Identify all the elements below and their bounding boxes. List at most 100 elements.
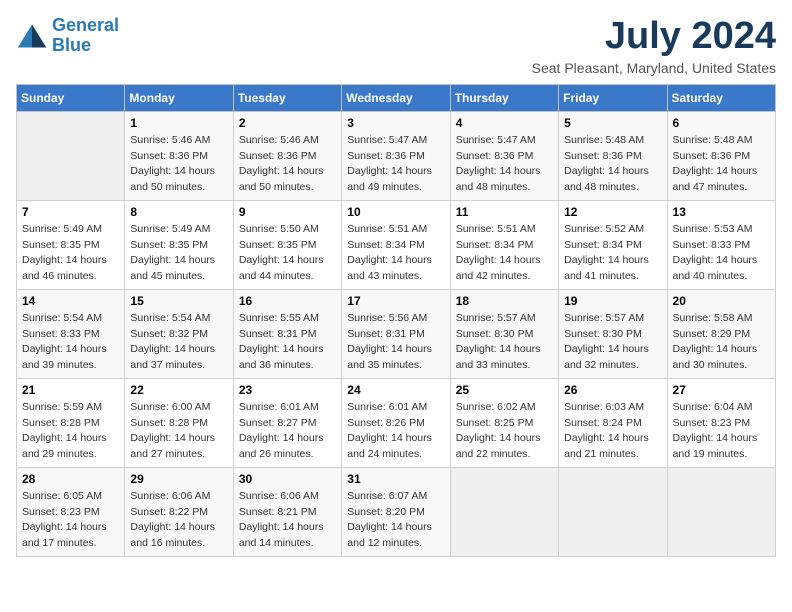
logo: General Blue xyxy=(16,16,119,56)
day-info: Sunrise: 5:56 AM Sunset: 8:31 PM Dayligh… xyxy=(347,311,444,374)
table-row: 26Sunrise: 6:03 AM Sunset: 8:24 PM Dayli… xyxy=(559,378,667,467)
table-row: 16 Sunrise: 5:55 AM Sunset: 8:31 PM Dayli… xyxy=(233,289,341,378)
day-info: Sunrise: 5:55 AM Sunset: 8:31 PM Dayligh… xyxy=(239,311,336,374)
title-area: July 2024 Seat Pleasant, Maryland, Unite… xyxy=(532,16,776,76)
day-info: Sunrise: 5:47 AM Sunset: 8:36 PM Dayligh… xyxy=(456,133,553,196)
logo-icon xyxy=(16,22,48,50)
header-thursday: Thursday xyxy=(450,84,558,111)
table-row: 4Sunrise: 5:47 AM Sunset: 8:36 PM Daylig… xyxy=(450,111,558,200)
day-info: Sunrise: 5:48 AM Sunset: 8:36 PM Dayligh… xyxy=(673,133,770,196)
header-friday: Friday xyxy=(559,84,667,111)
day-info: Sunrise: 5:52 AM Sunset: 8:34 PM Dayligh… xyxy=(564,222,661,285)
day-info: Sunrise: 6:06 AM Sunset: 8:21 PM Dayligh… xyxy=(239,489,336,552)
day-number: 2 xyxy=(239,116,336,130)
day-number: 30 xyxy=(239,472,336,486)
day-number: 22 xyxy=(130,383,227,397)
day-number: 18 xyxy=(456,294,553,308)
table-row: 9 Sunrise: 5:50 AM Sunset: 8:35 PM Daylig… xyxy=(233,200,341,289)
day-number: 15 xyxy=(130,294,227,308)
day-number: 13 xyxy=(673,205,770,219)
header-saturday: Saturday xyxy=(667,84,775,111)
table-row: 15 Sunrise: 5:54 AM Sunset: 8:32 PM Dayli… xyxy=(125,289,233,378)
day-info: Sunrise: 5:48 AM Sunset: 8:36 PM Dayligh… xyxy=(564,133,661,196)
day-number: 9 xyxy=(239,205,336,219)
page-header: General Blue July 2024 Seat Pleasant, Ma… xyxy=(16,16,776,76)
header-sunday: Sunday xyxy=(17,84,125,111)
day-info: Sunrise: 5:58 AM Sunset: 8:29 PM Dayligh… xyxy=(673,311,770,374)
day-number: 11 xyxy=(456,205,553,219)
table-row: 22 Sunrise: 6:00 AM Sunset: 8:28 PM Dayli… xyxy=(125,378,233,467)
table-row: 11Sunrise: 5:51 AM Sunset: 8:34 PM Dayli… xyxy=(450,200,558,289)
day-number: 19 xyxy=(564,294,661,308)
table-row: 27 Sunrise: 6:04 AM Sunset: 8:23 PM Dayli… xyxy=(667,378,775,467)
day-info: Sunrise: 6:00 AM Sunset: 8:28 PM Dayligh… xyxy=(130,400,227,463)
table-row: 1 Sunrise: 5:46 AM Sunset: 8:36 PM Daylig… xyxy=(125,111,233,200)
table-row xyxy=(559,467,667,556)
table-row xyxy=(17,111,125,200)
table-row: 23 Sunrise: 6:01 AM Sunset: 8:27 PM Dayli… xyxy=(233,378,341,467)
day-info: Sunrise: 5:57 AM Sunset: 8:30 PM Dayligh… xyxy=(564,311,661,374)
table-row: 18 Sunrise: 5:57 AM Sunset: 8:30 PM Dayli… xyxy=(450,289,558,378)
table-row: 14 Sunrise: 5:54 AM Sunset: 8:33 PM Dayli… xyxy=(17,289,125,378)
header-row: Sunday Monday Tuesday Wednesday Thursday… xyxy=(17,84,776,111)
day-number: 27 xyxy=(673,383,770,397)
day-number: 10 xyxy=(347,205,444,219)
day-info: Sunrise: 6:01 AM Sunset: 8:27 PM Dayligh… xyxy=(239,400,336,463)
month-year-title: July 2024 xyxy=(532,16,776,58)
day-number: 16 xyxy=(239,294,336,308)
logo-line1: General xyxy=(52,15,119,35)
day-info: Sunrise: 5:53 AM Sunset: 8:33 PM Dayligh… xyxy=(673,222,770,285)
calendar-week-5: 28Sunrise: 6:05 AM Sunset: 8:23 PM Dayli… xyxy=(17,467,776,556)
day-info: Sunrise: 6:07 AM Sunset: 8:20 PM Dayligh… xyxy=(347,489,444,552)
table-row: 10Sunrise: 5:51 AM Sunset: 8:34 PM Dayli… xyxy=(342,200,450,289)
header-wednesday: Wednesday xyxy=(342,84,450,111)
logo-text: General Blue xyxy=(52,16,119,56)
table-row: 7Sunrise: 5:49 AM Sunset: 8:35 PM Daylig… xyxy=(17,200,125,289)
header-tuesday: Tuesday xyxy=(233,84,341,111)
table-row: 31 Sunrise: 6:07 AM Sunset: 8:20 PM Dayli… xyxy=(342,467,450,556)
day-number: 1 xyxy=(130,116,227,130)
calendar-week-3: 14 Sunrise: 5:54 AM Sunset: 8:33 PM Dayli… xyxy=(17,289,776,378)
day-number: 25 xyxy=(456,383,553,397)
day-info: Sunrise: 6:04 AM Sunset: 8:23 PM Dayligh… xyxy=(673,400,770,463)
table-row: 25 Sunrise: 6:02 AM Sunset: 8:25 PM Dayli… xyxy=(450,378,558,467)
day-info: Sunrise: 5:54 AM Sunset: 8:32 PM Dayligh… xyxy=(130,311,227,374)
calendar-table: Sunday Monday Tuesday Wednesday Thursday… xyxy=(16,84,776,557)
table-row: 28Sunrise: 6:05 AM Sunset: 8:23 PM Dayli… xyxy=(17,467,125,556)
day-number: 24 xyxy=(347,383,444,397)
calendar-week-2: 7Sunrise: 5:49 AM Sunset: 8:35 PM Daylig… xyxy=(17,200,776,289)
day-info: Sunrise: 5:54 AM Sunset: 8:33 PM Dayligh… xyxy=(22,311,119,374)
day-number: 20 xyxy=(673,294,770,308)
day-info: Sunrise: 5:46 AM Sunset: 8:36 PM Dayligh… xyxy=(239,133,336,196)
table-row: 8Sunrise: 5:49 AM Sunset: 8:35 PM Daylig… xyxy=(125,200,233,289)
day-number: 14 xyxy=(22,294,119,308)
logo-line2: Blue xyxy=(52,35,91,55)
day-number: 29 xyxy=(130,472,227,486)
day-info: Sunrise: 6:06 AM Sunset: 8:22 PM Dayligh… xyxy=(130,489,227,552)
table-row: 5Sunrise: 5:48 AM Sunset: 8:36 PM Daylig… xyxy=(559,111,667,200)
day-number: 31 xyxy=(347,472,444,486)
day-info: Sunrise: 6:01 AM Sunset: 8:26 PM Dayligh… xyxy=(347,400,444,463)
day-number: 23 xyxy=(239,383,336,397)
day-info: Sunrise: 6:03 AM Sunset: 8:24 PM Dayligh… xyxy=(564,400,661,463)
day-info: Sunrise: 5:46 AM Sunset: 8:36 PM Dayligh… xyxy=(130,133,227,196)
table-row: 12Sunrise: 5:52 AM Sunset: 8:34 PM Dayli… xyxy=(559,200,667,289)
day-info: Sunrise: 5:50 AM Sunset: 8:35 PM Dayligh… xyxy=(239,222,336,285)
day-info: Sunrise: 5:47 AM Sunset: 8:36 PM Dayligh… xyxy=(347,133,444,196)
table-row: 19 Sunrise: 5:57 AM Sunset: 8:30 PM Dayli… xyxy=(559,289,667,378)
day-number: 28 xyxy=(22,472,119,486)
table-row: 6 Sunrise: 5:48 AM Sunset: 8:36 PM Daylig… xyxy=(667,111,775,200)
day-number: 7 xyxy=(22,205,119,219)
day-info: Sunrise: 5:59 AM Sunset: 8:28 PM Dayligh… xyxy=(22,400,119,463)
day-info: Sunrise: 5:57 AM Sunset: 8:30 PM Dayligh… xyxy=(456,311,553,374)
table-row: 17Sunrise: 5:56 AM Sunset: 8:31 PM Dayli… xyxy=(342,289,450,378)
day-number: 8 xyxy=(130,205,227,219)
calendar-week-1: 1 Sunrise: 5:46 AM Sunset: 8:36 PM Daylig… xyxy=(17,111,776,200)
table-row xyxy=(450,467,558,556)
header-monday: Monday xyxy=(125,84,233,111)
table-row: 13 Sunrise: 5:53 AM Sunset: 8:33 PM Dayli… xyxy=(667,200,775,289)
table-row: 20 Sunrise: 5:58 AM Sunset: 8:29 PM Dayli… xyxy=(667,289,775,378)
day-info: Sunrise: 6:02 AM Sunset: 8:25 PM Dayligh… xyxy=(456,400,553,463)
day-number: 6 xyxy=(673,116,770,130)
day-number: 3 xyxy=(347,116,444,130)
